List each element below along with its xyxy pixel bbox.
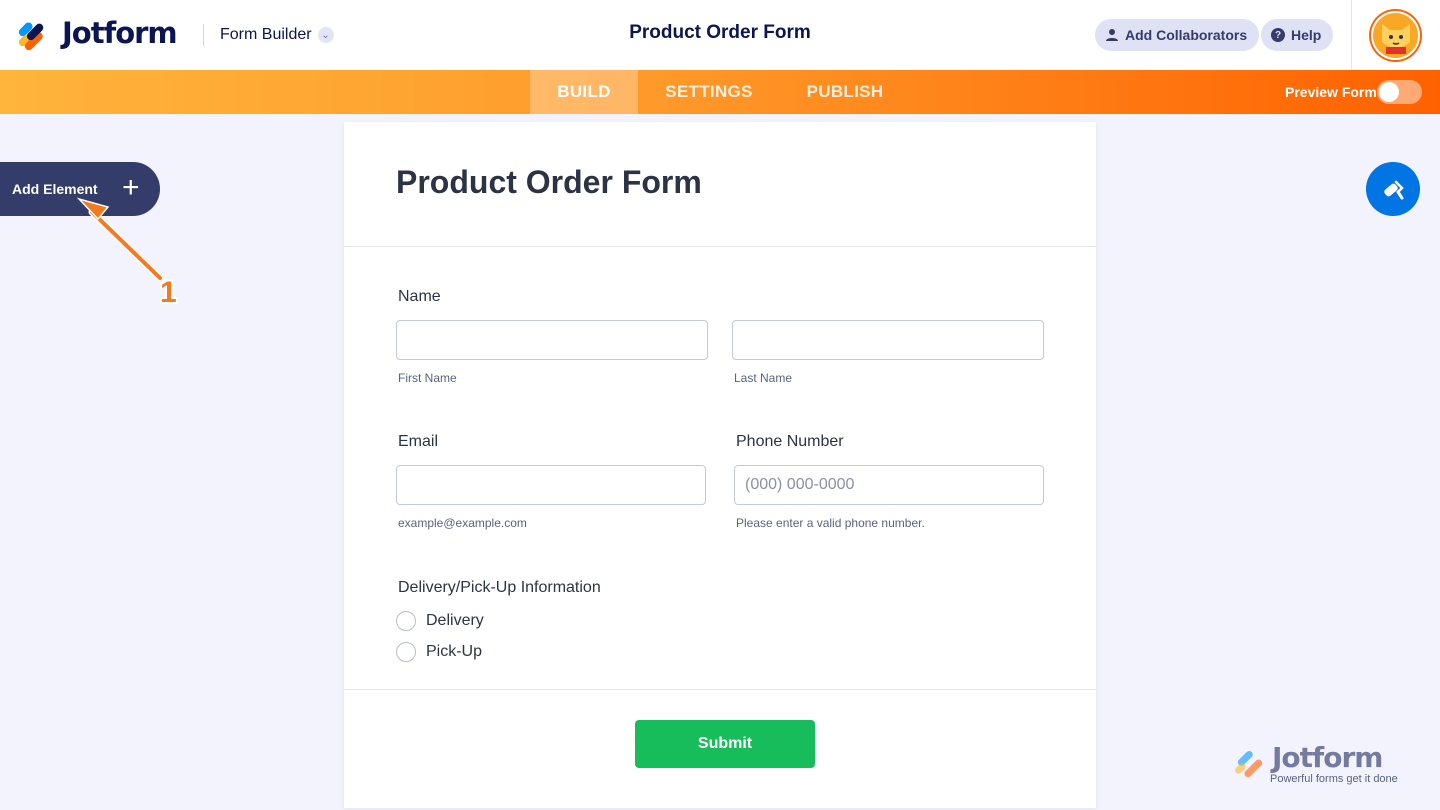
- preview-form-toggle[interactable]: [1377, 80, 1422, 104]
- chevron-down-icon: ⌄: [317, 27, 334, 43]
- email-label: Email: [398, 433, 439, 450]
- watermark-tagline: Powerful forms get it done: [1270, 773, 1398, 785]
- phone-input[interactable]: (000) 000-0000: [734, 465, 1044, 505]
- submit-button[interactable]: Submit: [635, 720, 815, 768]
- add-element-label: Add Element: [12, 181, 98, 197]
- tab-settings[interactable]: SETTINGS: [650, 70, 768, 114]
- top-bar: Jotform Form Builder ⌄ Product Order For…: [0, 0, 1440, 70]
- first-name-input[interactable]: [396, 320, 708, 360]
- radio-label: Delivery: [426, 612, 484, 629]
- last-name-sublabel: Last Name: [734, 371, 793, 385]
- toggle-knob: [1379, 82, 1399, 102]
- name-label: Name: [398, 288, 441, 305]
- radio-button[interactable]: [396, 611, 416, 631]
- radio-label: Pick-Up: [426, 643, 483, 660]
- form-builder-dropdown[interactable]: Form Builder ⌄: [220, 26, 334, 44]
- phone-label: Phone Number: [736, 433, 844, 450]
- avatar[interactable]: [1371, 11, 1420, 60]
- preview-form-label: Preview Form: [1285, 84, 1377, 100]
- phone-sublabel: Please enter a valid phone number.: [736, 516, 925, 530]
- add-collaborators-label: Add Collaborators: [1125, 27, 1248, 43]
- radio-delivery[interactable]: Delivery: [396, 611, 484, 631]
- email-sublabel: example@example.com: [398, 516, 527, 530]
- last-name-input[interactable]: [732, 320, 1044, 360]
- email-input[interactable]: [396, 465, 706, 505]
- brand-name: Jotform: [62, 16, 178, 50]
- tab-build[interactable]: BUILD: [530, 70, 638, 114]
- delivery-label: Delivery/Pick-Up Information: [398, 579, 601, 596]
- divider: [1351, 0, 1352, 70]
- tab-publish[interactable]: PUBLISH: [795, 70, 895, 114]
- first-name-sublabel: First Name: [398, 371, 457, 385]
- user-icon: [1106, 29, 1118, 41]
- avatar-icon: [1381, 23, 1410, 54]
- divider: [203, 24, 204, 46]
- add-element-button[interactable]: Add Element +: [0, 162, 160, 216]
- jotform-logo-icon: [17, 17, 50, 52]
- form-heading[interactable]: Product Order Form: [396, 164, 702, 201]
- divider: [344, 689, 1096, 690]
- watermark-brand: Jotform: [1272, 741, 1383, 774]
- jotform-watermark: Jotform Powerful forms get it done: [1234, 741, 1398, 785]
- form-card: Product Order Form Name First Name Last …: [344, 122, 1096, 808]
- form-designer-button[interactable]: [1366, 162, 1420, 216]
- jotform-logo-icon: [1235, 750, 1263, 778]
- question-icon: ?: [1271, 28, 1285, 42]
- add-collaborators-button[interactable]: Add Collaborators: [1095, 19, 1260, 51]
- help-label: Help: [1291, 27, 1322, 43]
- jotform-logo[interactable]: Jotform: [17, 16, 178, 52]
- plus-icon: +: [122, 171, 140, 204]
- divider: [344, 246, 1096, 247]
- annotation-step-number: 1: [160, 276, 177, 309]
- help-button[interactable]: ? Help: [1261, 19, 1334, 51]
- builder-nav: BUILD SETTINGS PUBLISH Preview Form: [0, 70, 1440, 114]
- radio-pickup[interactable]: Pick-Up: [396, 642, 482, 662]
- radio-button[interactable]: [396, 642, 416, 662]
- paint-roller-icon: [1384, 180, 1404, 200]
- form-builder-label: Form Builder: [220, 26, 312, 43]
